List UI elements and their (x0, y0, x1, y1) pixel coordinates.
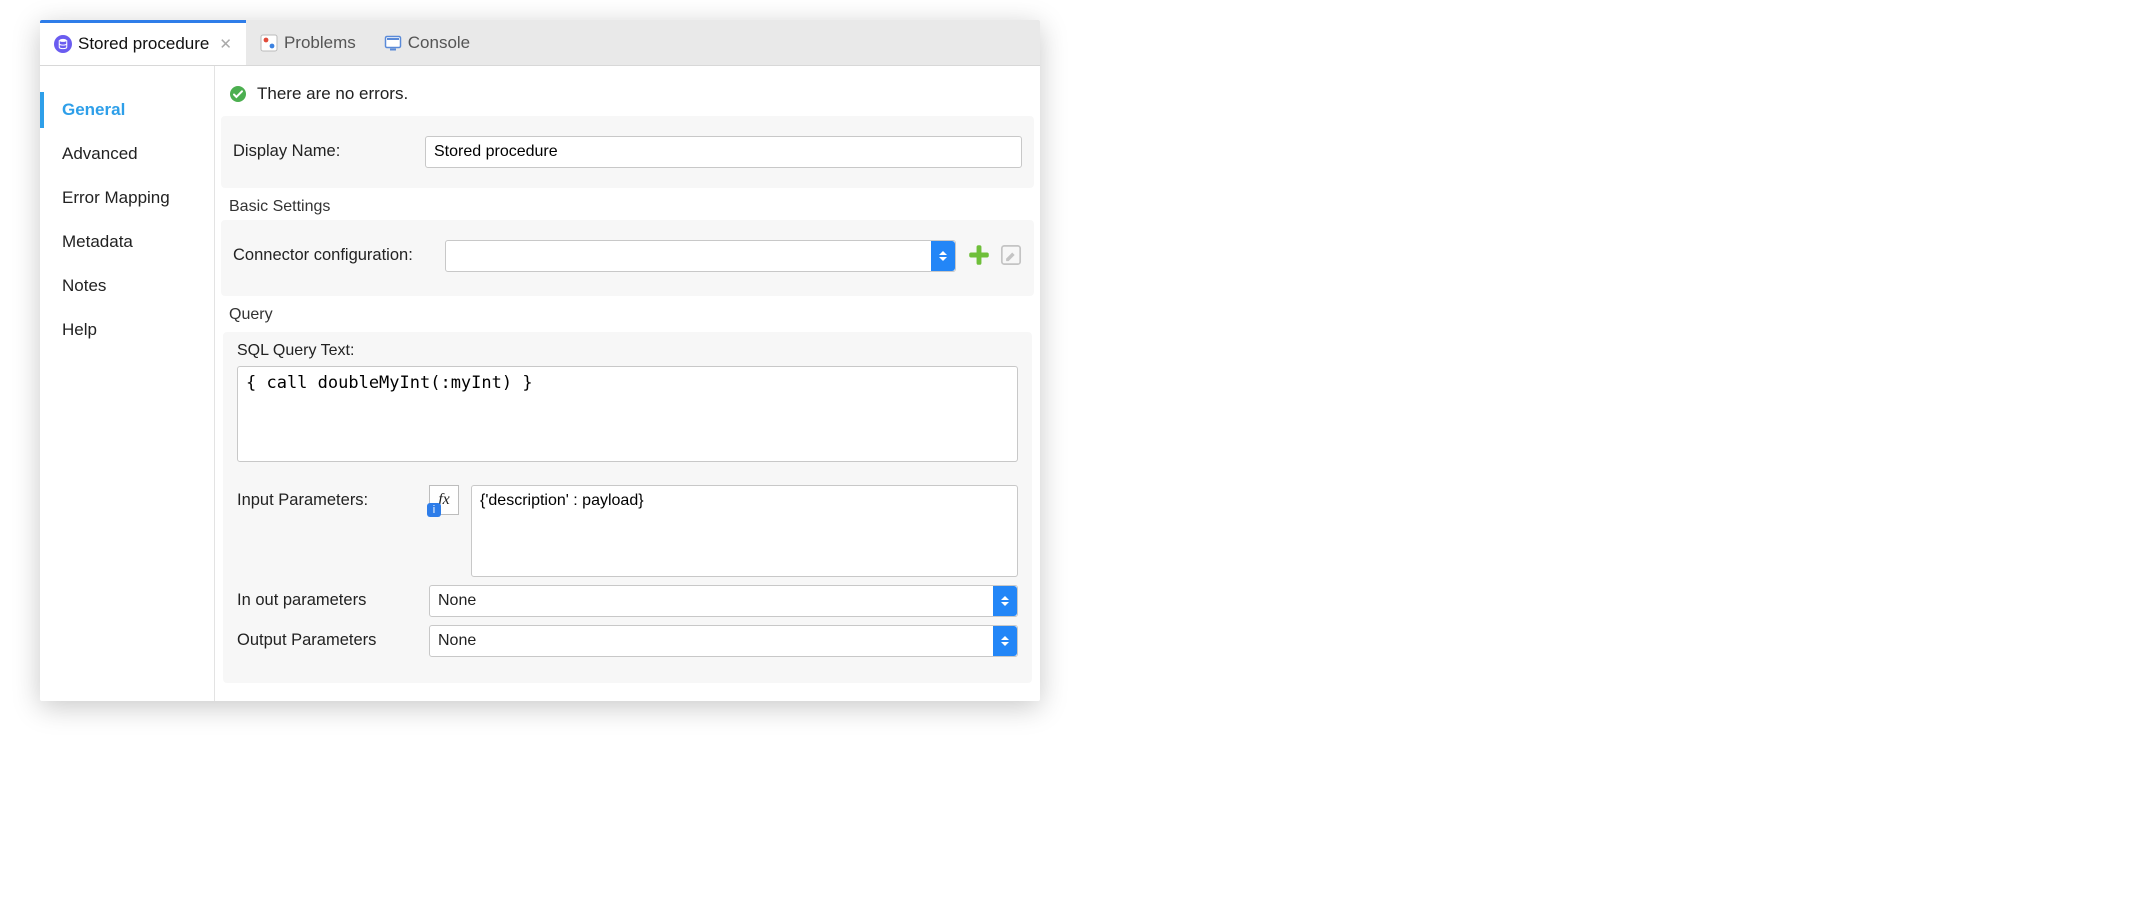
chevron-updown-icon (993, 626, 1017, 656)
output-params-select[interactable]: None (429, 625, 1018, 657)
tab-label: Stored procedure (78, 34, 209, 54)
check-circle-icon (229, 85, 247, 103)
query-title: Query (225, 306, 1040, 328)
sidebar: General Advanced Error Mapping Metadata … (40, 66, 215, 701)
info-icon: i (427, 503, 441, 517)
sql-text-label: SQL Query Text: (237, 342, 1018, 360)
output-params-label: Output Parameters (237, 625, 417, 650)
inout-params-select[interactable]: None (429, 585, 1018, 617)
database-icon (54, 35, 72, 53)
sidebar-item-label: General (62, 100, 125, 119)
chevron-updown-icon (931, 241, 955, 271)
basic-settings-title: Basic Settings (225, 198, 1040, 220)
tab-bar: Stored procedure ✕ Problems Console (40, 20, 1040, 66)
tab-problems[interactable]: Problems (246, 20, 370, 65)
tab-console[interactable]: Console (370, 20, 484, 65)
output-params-value: None (438, 632, 476, 650)
problems-icon (260, 34, 278, 52)
pencil-icon (1000, 244, 1022, 266)
sidebar-item-help[interactable]: Help (40, 312, 214, 348)
inout-params-value: None (438, 592, 476, 610)
tab-label: Console (408, 33, 470, 53)
input-parameters-text[interactable] (471, 485, 1018, 577)
sidebar-item-metadata[interactable]: Metadata (40, 224, 214, 260)
status-message: There are no errors. (257, 84, 408, 104)
sidebar-item-notes[interactable]: Notes (40, 268, 214, 304)
display-name-input[interactable] (425, 136, 1022, 168)
close-icon[interactable]: ✕ (219, 35, 232, 53)
edit-button[interactable] (1000, 244, 1022, 266)
input-params-label: Input Parameters: (237, 485, 417, 510)
inout-params-label: In out parameters (237, 585, 417, 610)
editor-panel: Stored procedure ✕ Problems Console Gene… (40, 20, 1040, 701)
chevron-updown-icon (993, 586, 1017, 616)
sidebar-item-label: Metadata (62, 232, 133, 251)
connector-config-label: Connector configuration: (233, 240, 433, 265)
console-icon (384, 34, 402, 52)
display-name-label: Display Name: (233, 136, 413, 161)
sidebar-item-label: Error Mapping (62, 188, 170, 207)
connector-config-select[interactable] (445, 240, 956, 272)
tab-label: Problems (284, 33, 356, 53)
plus-icon (968, 244, 990, 266)
sidebar-item-label: Advanced (62, 144, 138, 163)
sidebar-item-error-mapping[interactable]: Error Mapping (40, 180, 214, 216)
sql-query-text[interactable] (237, 366, 1018, 462)
sidebar-item-general[interactable]: General (40, 92, 214, 128)
sidebar-item-advanced[interactable]: Advanced (40, 136, 214, 172)
status-row: There are no errors. (215, 80, 1040, 116)
sidebar-item-label: Help (62, 320, 97, 339)
main-form: There are no errors. Display Name: Basic… (215, 66, 1040, 701)
add-button[interactable] (968, 244, 990, 266)
sidebar-item-label: Notes (62, 276, 106, 295)
tab-stored-procedure[interactable]: Stored procedure ✕ (40, 20, 246, 65)
